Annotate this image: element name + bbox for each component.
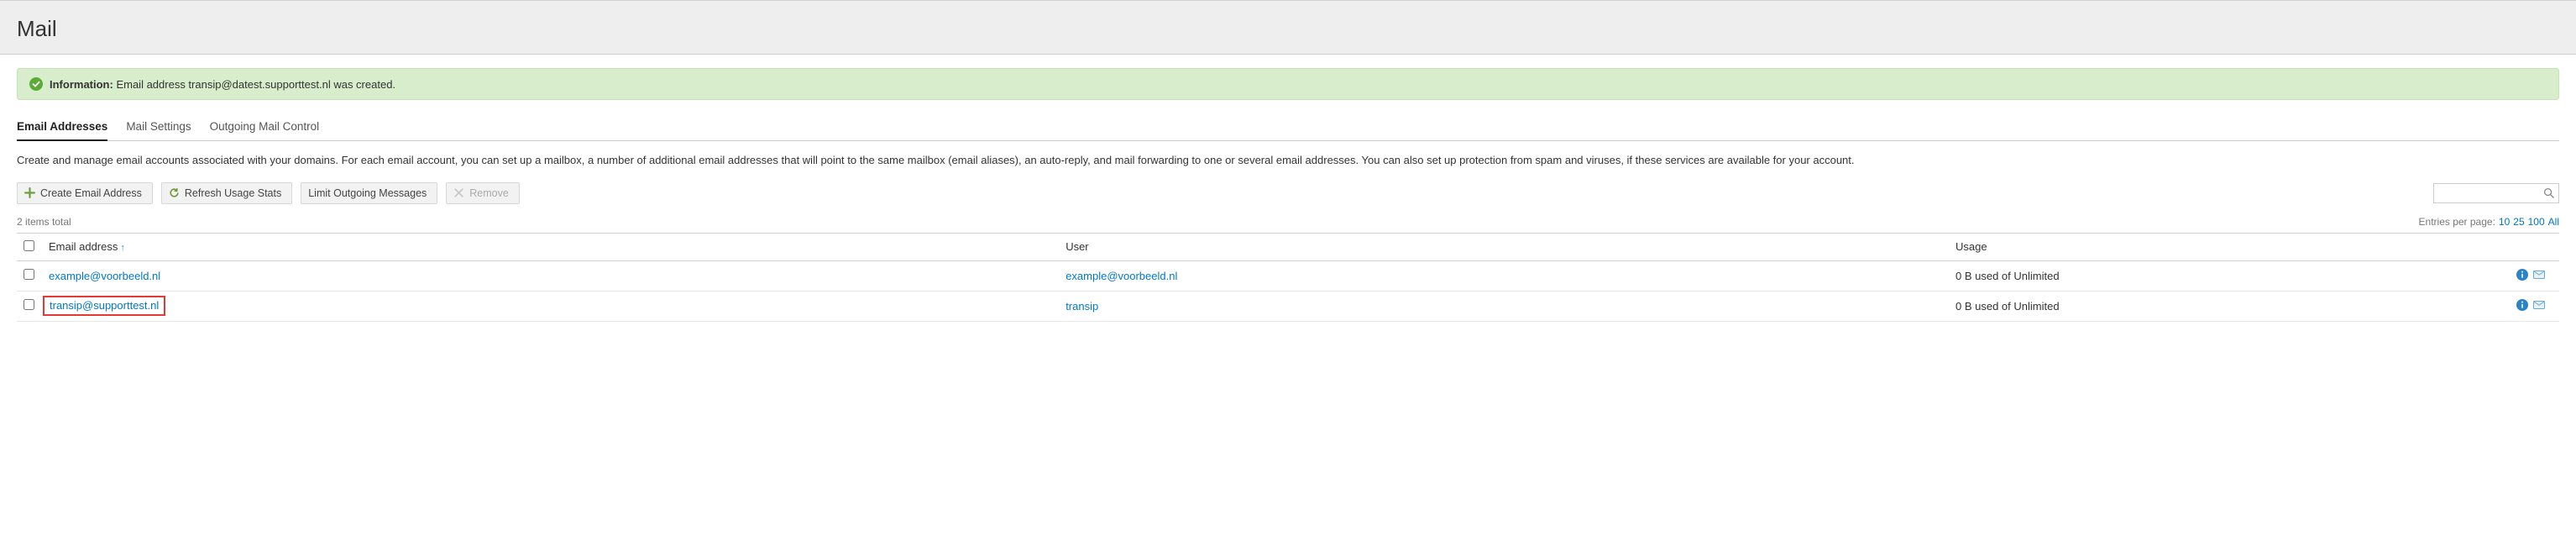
entries-option-all[interactable]: All <box>2548 216 2559 228</box>
column-header-user[interactable]: User <box>1059 233 1949 260</box>
entries-option-100[interactable]: 100 <box>2528 216 2545 228</box>
plus-icon <box>24 187 35 198</box>
webmail-icon[interactable] <box>2532 298 2546 314</box>
table-row: example@voorbeeld.nl example@voorbeeld.n… <box>17 260 2559 291</box>
create-email-address-button[interactable]: Create Email Address <box>17 182 153 204</box>
column-header-email[interactable]: Email address↑ <box>49 240 125 253</box>
info-banner: Information: Email address transip@dates… <box>17 68 2559 100</box>
column-header-email-label: Email address <box>49 240 118 253</box>
email-address-link[interactable]: example@voorbeeld.nl <box>49 270 160 282</box>
highlight-box: transip@supporttest.nl <box>43 296 165 316</box>
info-icon[interactable] <box>2516 268 2529 284</box>
remove-label: Remove <box>469 187 509 199</box>
info-banner-text: Email address transip@datest.supporttest… <box>116 78 395 91</box>
create-email-address-label: Create Email Address <box>40 187 142 199</box>
email-table: Email address↑ User Usage example@voorbe… <box>17 233 2559 322</box>
items-total-text: 2 items total <box>17 216 71 228</box>
sort-ascending-icon: ↑ <box>120 243 125 253</box>
webmail-icon[interactable] <box>2532 268 2546 284</box>
check-circle-icon <box>29 77 43 91</box>
entries-option-10[interactable]: 10 <box>2499 216 2510 228</box>
column-header-usage[interactable]: Usage <box>1949 233 2509 260</box>
search-icon[interactable] <box>2542 187 2555 199</box>
remove-icon <box>453 187 464 198</box>
tab-outgoing-mail-control[interactable]: Outgoing Mail Control <box>210 115 320 140</box>
usage-text: 0 B used of Unlimited <box>1949 260 2509 291</box>
refresh-usage-stats-label: Refresh Usage Stats <box>185 187 281 199</box>
entries-option-25[interactable]: 25 <box>2513 216 2524 228</box>
refresh-icon <box>169 187 180 198</box>
table-row: transip@supporttest.nl transip 0 B used … <box>17 291 2559 321</box>
row-checkbox[interactable] <box>24 299 34 310</box>
tabs: Email Addresses Mail Settings Outgoing M… <box>17 115 2559 141</box>
row-checkbox[interactable] <box>24 269 34 280</box>
info-banner-label: Information: <box>50 78 113 91</box>
toolbar: Create Email Address Refresh Usage Stats… <box>17 182 2559 204</box>
email-address-link[interactable]: transip@supporttest.nl <box>50 299 159 312</box>
info-icon[interactable] <box>2516 298 2529 314</box>
user-link[interactable]: transip <box>1065 300 1098 313</box>
select-all-checkbox[interactable] <box>24 240 34 251</box>
user-link[interactable]: example@voorbeeld.nl <box>1065 270 1177 282</box>
search-box <box>2433 183 2559 203</box>
tab-email-addresses[interactable]: Email Addresses <box>17 115 107 141</box>
limit-outgoing-messages-label: Limit Outgoing Messages <box>308 187 427 199</box>
refresh-usage-stats-button[interactable]: Refresh Usage Stats <box>161 182 292 204</box>
limit-outgoing-messages-button[interactable]: Limit Outgoing Messages <box>301 182 437 204</box>
usage-text: 0 B used of Unlimited <box>1949 291 2509 321</box>
page-description: Create and manage email accounts associa… <box>17 153 2559 169</box>
search-input[interactable] <box>2433 183 2559 203</box>
page-title: Mail <box>17 16 2559 42</box>
remove-button[interactable]: Remove <box>446 182 520 204</box>
tab-mail-settings[interactable]: Mail Settings <box>126 115 191 140</box>
entries-per-page-label: Entries per page: <box>2419 216 2495 228</box>
